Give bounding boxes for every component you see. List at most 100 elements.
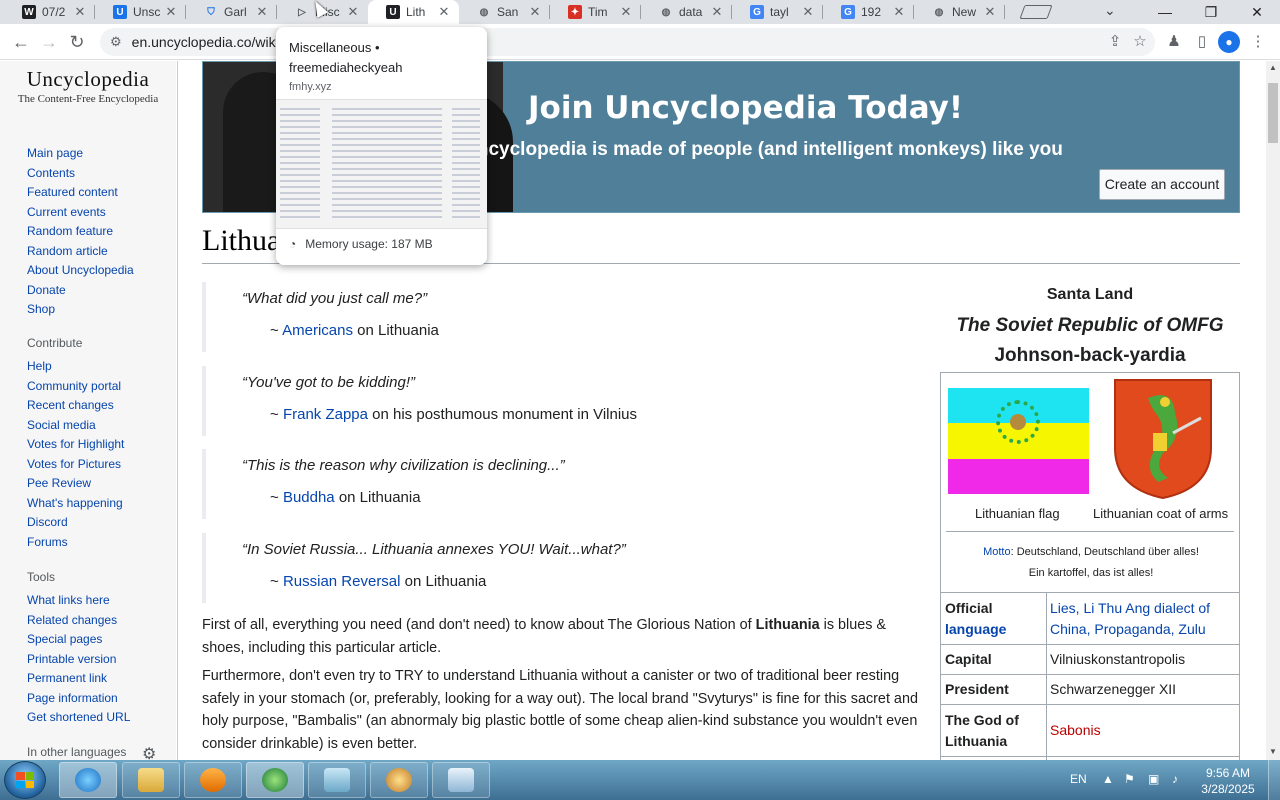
close-tab-icon[interactable]: ✕: [253, 4, 271, 20]
scrollbar-thumb[interactable]: [1268, 83, 1278, 143]
taskbar-notepad-button[interactable]: [308, 762, 366, 798]
language-link[interactable]: language: [945, 621, 1006, 637]
create-account-button[interactable]: Create an account: [1099, 169, 1225, 200]
quote-author-link[interactable]: Americans: [282, 322, 353, 339]
page-scrollbar[interactable]: ▲ ▼: [1266, 61, 1280, 760]
language-settings-gear-icon[interactable]: ⚙: [142, 744, 156, 760]
close-tab-icon[interactable]: ✕: [71, 4, 89, 20]
scroll-up-icon[interactable]: ▲: [1269, 63, 1277, 72]
quote-text: “This is the reason why civilization is …: [242, 457, 565, 474]
sidebar-link-random-article[interactable]: Random article: [27, 242, 134, 262]
sidebar-link-recent-changes[interactable]: Recent changes: [27, 396, 124, 416]
sidebar-link-related-changes[interactable]: Related changes: [27, 611, 130, 631]
taskbar-chrome-button[interactable]: [246, 762, 304, 798]
back-icon[interactable]: ←: [9, 30, 33, 54]
taskbar-ie-button[interactable]: [59, 762, 117, 798]
sidebar-link-about-uncyclopedia[interactable]: About Uncyclopedia: [27, 261, 134, 281]
volume-muted-icon[interactable]: ♪: [1172, 772, 1178, 786]
quote-author-link[interactable]: Russian Reversal: [283, 573, 401, 590]
taskbar-media-button[interactable]: [184, 762, 242, 798]
maximize-button[interactable]: ❐: [1188, 0, 1234, 24]
language-value[interactable]: Lies, Li Thu Ang dialect of China, Propa…: [1050, 598, 1235, 640]
browser-tab[interactable]: ✦ Tim ✕: [550, 0, 641, 24]
quote-author-link[interactable]: Frank Zappa: [283, 406, 368, 423]
sidebar-link-main-page[interactable]: Main page: [27, 144, 134, 164]
sidebar-link-featured-content[interactable]: Featured content: [27, 183, 134, 203]
sidebar-link-current-events[interactable]: Current events: [27, 203, 134, 223]
browser-tab[interactable]: U Lith ✕: [368, 0, 459, 24]
url-text[interactable]: en.uncyclopedia.co/wik: [132, 34, 276, 50]
tab-title: San: [497, 5, 519, 19]
language-indicator[interactable]: EN: [1070, 772, 1087, 786]
sidebar-link-community-portal[interactable]: Community portal: [27, 377, 124, 397]
taskbar-paint-button[interactable]: [370, 762, 428, 798]
side-panel-icon[interactable]: ▯: [1190, 30, 1214, 54]
start-button[interactable]: [4, 761, 46, 799]
sidebar-link-pee-review[interactable]: Pee Review: [27, 474, 124, 494]
browser-tab[interactable]: W 07/2 ✕: [4, 0, 95, 24]
quote-author-link[interactable]: Buddha: [283, 489, 335, 506]
sidebar-link-printable-version[interactable]: Printable version: [27, 650, 130, 670]
new-tab-button[interactable]: [1019, 5, 1053, 19]
tab-title: Garl: [224, 5, 247, 19]
sidebar-link-votes-for-highlight[interactable]: Votes for Highlight: [27, 435, 124, 455]
tray-expand-icon[interactable]: ▲: [1102, 772, 1114, 786]
bookmark-star-icon[interactable]: ☆: [1128, 30, 1152, 54]
close-tab-icon[interactable]: ✕: [344, 4, 362, 20]
sidebar-link-discord[interactable]: Discord: [27, 513, 124, 533]
browser-tab[interactable]: U Unsc ✕: [95, 0, 186, 24]
sidebar-link-contents[interactable]: Contents: [27, 164, 134, 184]
close-tab-icon[interactable]: ✕: [162, 4, 180, 20]
chrome-icon: ◍: [934, 6, 944, 18]
sidebar-link-permanent-link[interactable]: Permanent link: [27, 669, 130, 689]
share-icon[interactable]: ⇪: [1103, 30, 1127, 54]
tab-search-icon[interactable]: ⌄: [1104, 2, 1116, 19]
motto-link[interactable]: Motto: [983, 546, 1011, 558]
network-icon[interactable]: ▣: [1148, 772, 1159, 786]
sidebar-link-special-pages[interactable]: Special pages: [27, 630, 130, 650]
show-desktop-button[interactable]: [1268, 760, 1280, 800]
sidebar-link-forums[interactable]: Forums: [27, 533, 124, 553]
sidebar-link-page-information[interactable]: Page information: [27, 689, 130, 709]
system-clock[interactable]: 9:56 AM 3/28/2025: [1196, 765, 1260, 797]
close-tab-icon[interactable]: ✕: [981, 4, 999, 20]
sidebar-link-donate[interactable]: Donate: [27, 281, 134, 301]
sidebar-link-help[interactable]: Help: [27, 357, 124, 377]
browser-tab[interactable]: ◍ data ✕: [641, 0, 732, 24]
sidebar-link-what-s-happening[interactable]: What's happening: [27, 494, 124, 514]
scroll-down-icon[interactable]: ▼: [1269, 747, 1277, 756]
minimize-button[interactable]: —: [1142, 0, 1188, 24]
reload-icon[interactable]: ↻: [65, 30, 89, 54]
address-bar[interactable]: ⚙ en.uncyclopedia.co/wik: [100, 28, 1155, 56]
sidebar-link-social-media[interactable]: Social media: [27, 416, 124, 436]
profile-avatar-icon[interactable]: ●: [1218, 31, 1240, 53]
taskbar-explorer-button[interactable]: [122, 762, 180, 798]
flag-image[interactable]: [948, 388, 1089, 494]
sidebar-link-shop[interactable]: Shop: [27, 300, 134, 320]
close-window-button[interactable]: ✕: [1234, 0, 1280, 24]
browser-tab[interactable]: G 192 ✕: [823, 0, 914, 24]
close-tab-icon[interactable]: ✕: [526, 4, 544, 20]
close-tab-icon[interactable]: ✕: [435, 4, 453, 20]
forward-icon[interactable]: →: [37, 30, 61, 54]
site-logo[interactable]: Uncyclopedia The Content-Free Encycloped…: [8, 67, 168, 105]
sidebar-link-random-feature[interactable]: Random feature: [27, 222, 134, 242]
taskbar-snip-button[interactable]: [432, 762, 490, 798]
browser-tab[interactable]: ◍ New ✕: [914, 0, 1005, 24]
sidebar-link-get-shortened-url[interactable]: Get shortened URL: [27, 708, 130, 728]
extension-icon[interactable]: ♟: [1162, 30, 1186, 54]
close-tab-icon[interactable]: ✕: [708, 4, 726, 20]
coat-of-arms-image[interactable]: [1113, 378, 1213, 500]
menu-icon[interactable]: ⋮: [1246, 30, 1270, 54]
god-value-link[interactable]: Sabonis: [1050, 720, 1235, 741]
browser-tab[interactable]: Gtayl ✕: [732, 0, 823, 24]
browser-tab[interactable]: ◍ San ✕: [459, 0, 550, 24]
site-info-icon[interactable]: ⚙: [110, 34, 122, 50]
close-tab-icon[interactable]: ✕: [617, 4, 635, 20]
close-tab-icon[interactable]: ✕: [799, 4, 817, 20]
action-center-flag-icon[interactable]: ⚑: [1124, 772, 1135, 786]
close-tab-icon[interactable]: ✕: [890, 4, 908, 20]
sidebar-link-votes-for-pictures[interactable]: Votes for Pictures: [27, 455, 124, 475]
browser-tab[interactable]: ⛉ Garl ✕: [186, 0, 277, 24]
sidebar-link-what-links-here[interactable]: What links here: [27, 591, 130, 611]
